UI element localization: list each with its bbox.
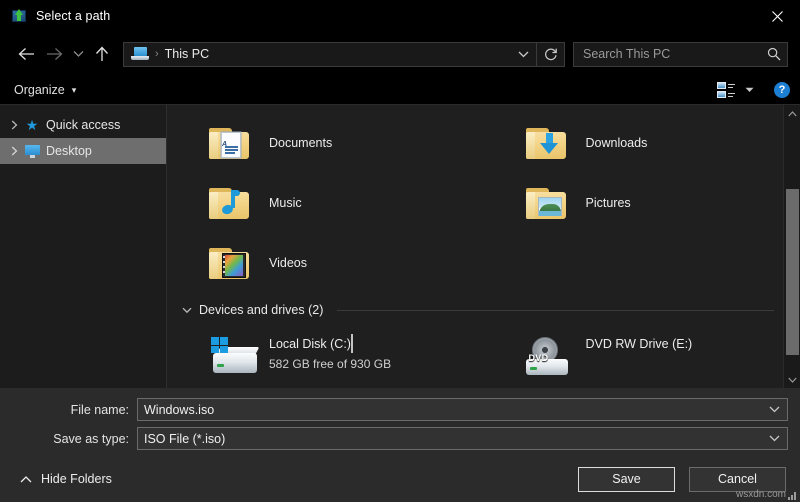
- select-a-path-dialog: Select a path › This PC Search This PC O…: [0, 0, 800, 502]
- search-box[interactable]: [573, 41, 788, 67]
- scrollbar-thumb[interactable]: [786, 189, 799, 355]
- search-input[interactable]: [583, 47, 767, 61]
- this-pc-icon: [131, 46, 149, 62]
- list-item-local-disk-c[interactable]: Local Disk (C:) 582 GB free of 930 GB: [167, 327, 484, 388]
- command-toolbar: Organize ▾ ?: [0, 76, 800, 105]
- sidebar-item-label: Desktop: [46, 144, 92, 158]
- chevron-down-icon[interactable]: [761, 435, 787, 442]
- drive-info: DVD RW Drive (E:): [586, 327, 693, 353]
- hide-folders-label: Hide Folders: [41, 472, 112, 486]
- disk-usage-bar: [350, 334, 353, 353]
- list-item-label: Pictures: [585, 196, 631, 210]
- toolbar-right-group: ?: [717, 81, 790, 99]
- window-title: Select a path: [36, 9, 111, 23]
- watermark: wsxdn.com: [736, 489, 796, 500]
- dvd-drive-icon: DVD: [522, 333, 580, 381]
- save-as-type-select[interactable]: [144, 431, 761, 446]
- breadcrumb[interactable]: This PC: [165, 47, 209, 61]
- save-as-type-row: Save as type:: [0, 427, 800, 450]
- folder-downloads-icon: [522, 119, 570, 167]
- drive-free-space: 582 GB free of 930 GB: [269, 357, 392, 371]
- file-name-input[interactable]: [144, 402, 761, 417]
- file-name-row: File name:: [0, 398, 800, 421]
- scroll-up-icon[interactable]: [784, 105, 800, 122]
- up-button[interactable]: [88, 40, 116, 68]
- file-name-label: File name:: [70, 402, 129, 417]
- file-name-field[interactable]: [137, 398, 788, 421]
- vertical-scrollbar[interactable]: [783, 105, 800, 388]
- dvd-badge: DVD: [528, 353, 549, 363]
- dialog-body: ★ Quick access Desktop A Documents Downl…: [0, 105, 800, 388]
- list-item-label: Music: [269, 196, 302, 210]
- chevron-up-icon: [20, 472, 32, 486]
- search-icon[interactable]: [767, 47, 781, 61]
- list-item-dvd-rw-drive-e[interactable]: DVD DVD RW Drive (E:): [484, 327, 800, 388]
- save-as-type-field[interactable]: [137, 427, 788, 450]
- hard-drive-icon: [205, 333, 263, 381]
- chevron-right-icon[interactable]: [6, 120, 22, 130]
- save-form: File name: Save as type:: [0, 388, 800, 456]
- chevron-down-icon[interactable]: [761, 406, 787, 413]
- drives-grid: Local Disk (C:) 582 GB free of 930 GB DV…: [167, 323, 800, 388]
- list-item-label: Downloads: [585, 136, 648, 150]
- sidebar-item-quick-access[interactable]: ★ Quick access: [0, 112, 166, 138]
- drive-name: DVD RW Drive (E:): [585, 337, 693, 351]
- drive-info: Local Disk (C:) 582 GB free of 930 GB: [269, 327, 391, 371]
- view-options-icon[interactable]: [717, 81, 737, 99]
- window-controls: [754, 0, 800, 32]
- forward-button[interactable]: [40, 40, 68, 68]
- refresh-icon[interactable]: [536, 42, 564, 66]
- save-button[interactable]: Save: [578, 466, 675, 492]
- chevron-down-icon[interactable]: [179, 307, 195, 314]
- watermark-bars-icon: [788, 492, 796, 500]
- folder-pictures-icon: [522, 179, 570, 227]
- dialog-footer: Hide Folders Save Cancel wsxdn.com: [0, 456, 800, 502]
- back-button[interactable]: [12, 40, 40, 68]
- list-item-music[interactable]: Music: [167, 173, 484, 233]
- save-as-type-label: Save as type:: [53, 431, 129, 446]
- address-bar[interactable]: › This PC: [123, 41, 565, 67]
- drive-name: Local Disk (C:): [269, 337, 351, 351]
- recent-locations-button[interactable]: [68, 40, 88, 68]
- view-dropdown-icon[interactable]: [739, 87, 760, 93]
- cancel-button[interactable]: Cancel: [689, 466, 786, 492]
- close-icon[interactable]: [754, 0, 800, 32]
- address-dropdown-icon[interactable]: [510, 43, 536, 66]
- file-list-pane: A Documents Downloads Music Pictures Vid…: [167, 105, 800, 388]
- list-item-label: Videos: [269, 256, 307, 270]
- list-item-documents[interactable]: A Documents: [167, 113, 484, 173]
- breadcrumb-separator: ›: [155, 48, 159, 60]
- app-icon: [11, 8, 27, 24]
- scroll-down-icon[interactable]: [784, 371, 800, 388]
- chevron-right-icon[interactable]: [6, 146, 22, 156]
- sidebar-item-desktop[interactable]: Desktop: [0, 138, 166, 164]
- navigation-pane: ★ Quick access Desktop: [0, 105, 167, 388]
- help-button[interactable]: ?: [774, 82, 790, 98]
- list-item-pictures[interactable]: Pictures: [484, 173, 800, 233]
- watermark-text: wsxdn.com: [735, 489, 786, 500]
- group-title: Devices and drives (2): [199, 303, 324, 317]
- star-icon: ★: [25, 117, 39, 133]
- folder-videos-icon: [205, 239, 253, 287]
- organize-button[interactable]: Organize ▾: [14, 83, 76, 97]
- folder-music-icon: [205, 179, 253, 227]
- items-container: A Documents Downloads Music Pictures Vid…: [167, 105, 800, 388]
- navigation-bar: › This PC: [0, 32, 800, 76]
- title-bar: Select a path: [0, 0, 800, 32]
- organize-label: Organize: [14, 83, 65, 97]
- desktop-icon: [22, 144, 42, 158]
- list-item-label: Documents: [269, 136, 333, 150]
- hide-folders-button[interactable]: Hide Folders: [14, 472, 112, 486]
- group-divider: [337, 309, 774, 311]
- folder-grid: A Documents Downloads Music Pictures Vid…: [167, 113, 800, 293]
- footer-buttons: Save Cancel: [578, 466, 786, 492]
- folder-documents-icon: A: [205, 119, 253, 167]
- list-item-videos[interactable]: Videos: [167, 233, 484, 293]
- list-item-downloads[interactable]: Downloads: [484, 113, 800, 173]
- sidebar-item-label: Quick access: [46, 118, 121, 132]
- chevron-down-icon: ▾: [71, 84, 77, 95]
- group-header-devices-and-drives[interactable]: Devices and drives (2): [167, 297, 800, 323]
